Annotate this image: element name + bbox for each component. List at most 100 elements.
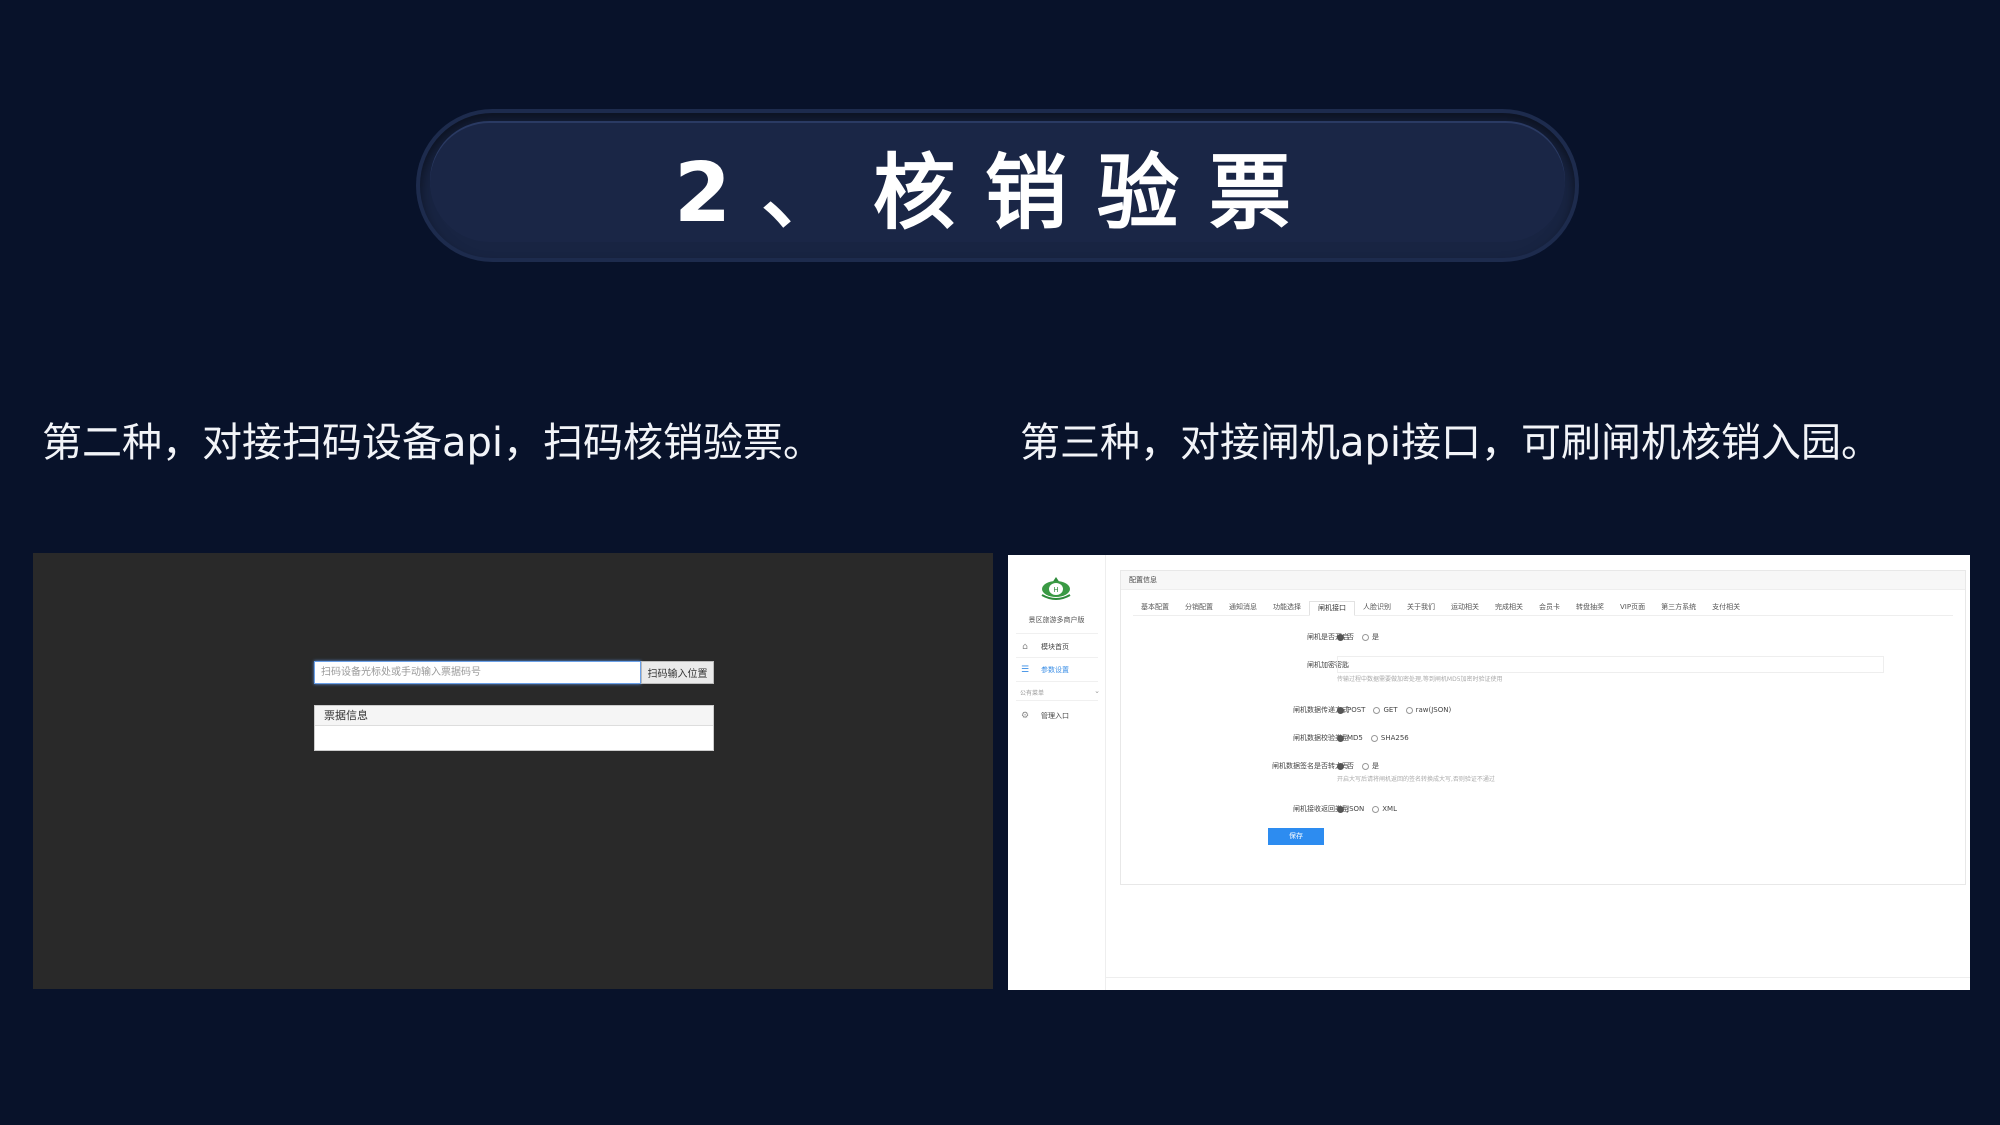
field-label: 闸机数据校验类型 bbox=[1293, 734, 1349, 742]
key-help-text: 传输过程中数据需要做加密处理,等到闸机MD5加密时验证使用 bbox=[1337, 676, 1503, 683]
radio-checked[interactable] bbox=[1337, 762, 1344, 770]
field-label: 闸机数据传递方式 bbox=[1293, 706, 1349, 714]
scan-app-screenshot: 扫码设备光标处或手动输入票据码号 扫码输入位置 票据信息 bbox=[33, 553, 993, 989]
panel-title: 配置信息 bbox=[1121, 571, 1965, 590]
scan-input-button[interactable]: 扫码输入位置 bbox=[641, 661, 714, 684]
slide-title: 2、核销验票 bbox=[673, 146, 1322, 241]
radio-option[interactable]: XML bbox=[1372, 805, 1397, 813]
gate-key-input[interactable] bbox=[1337, 656, 1884, 673]
caption-gate-api: 第三种，对接闸机api接口，可刷闸机核销入园。 bbox=[1020, 420, 1882, 466]
ticket-info-heading: 票据信息 bbox=[315, 706, 713, 726]
method-radio-group: POST GET raw(JSON) bbox=[1337, 704, 1459, 716]
sign-radio-group: MD5 SHA256 bbox=[1337, 732, 1417, 744]
return-radio-group: JSON XML bbox=[1337, 803, 1405, 815]
sidebar-item-home[interactable]: ⌂ 模块首页 bbox=[1020, 639, 1100, 655]
radio-label: GET bbox=[1383, 706, 1398, 714]
sidebar-divider bbox=[1016, 681, 1098, 682]
radio-option[interactable]: 否 bbox=[1337, 761, 1354, 771]
form-row-return-type: 闸机接收返回类型 JSON XML bbox=[1121, 803, 1965, 815]
radio-label: POST bbox=[1347, 706, 1366, 714]
gear-icon: ⚙ bbox=[1020, 711, 1030, 721]
radio-unchecked[interactable] bbox=[1372, 805, 1380, 813]
tab-member-card[interactable]: 会员卡 bbox=[1531, 601, 1568, 614]
sidebar-group-label: 公有菜单 bbox=[1020, 690, 1045, 697]
radio-checked[interactable] bbox=[1337, 734, 1344, 742]
radio-unchecked[interactable] bbox=[1370, 734, 1378, 742]
radio-label: 是 bbox=[1372, 762, 1379, 770]
radio-unchecked[interactable] bbox=[1362, 633, 1369, 641]
brand-name: 景区旅游多商户版 bbox=[1028, 616, 1085, 624]
tab-third-party[interactable]: 第三方系统 bbox=[1653, 601, 1704, 614]
radio-label: XML bbox=[1382, 805, 1398, 813]
form-row-uppercase: 闸机数据签名是否转大写 否 是 bbox=[1121, 760, 1965, 772]
save-button[interactable]: 保存 bbox=[1268, 828, 1324, 845]
radio-option[interactable]: 否 bbox=[1337, 632, 1354, 642]
sidebar-item-settings[interactable]: ☰ 参数设置 bbox=[1020, 662, 1100, 678]
field-label: 闸机是否开启 bbox=[1307, 633, 1349, 641]
sidebar-item-label: 管理入口 bbox=[1041, 712, 1069, 720]
tab-payment[interactable]: 支付相关 bbox=[1704, 601, 1748, 614]
scenic-logo-icon: H bbox=[1041, 577, 1071, 600]
svg-text:H: H bbox=[1053, 586, 1058, 594]
ticket-info-panel: 票据信息 bbox=[314, 705, 714, 751]
sidebar-item-label: 模块首页 bbox=[1041, 643, 1069, 651]
case-radio-group: 否 是 bbox=[1337, 760, 1387, 772]
list-icon: ☰ bbox=[1020, 665, 1030, 675]
field-label: 闸机数据签名是否转大写 bbox=[1272, 762, 1349, 770]
sidebar-divider bbox=[1016, 633, 1098, 634]
home-icon: ⌂ bbox=[1022, 642, 1028, 652]
tab-about[interactable]: 关于我们 bbox=[1399, 601, 1443, 614]
tab-distribution[interactable]: 分销配置 bbox=[1177, 601, 1221, 614]
radio-option[interactable]: MD5 bbox=[1337, 734, 1363, 742]
case-help-text: 开启大写后请将闸机返回的签名转换成大写,否则验证不通过 bbox=[1337, 776, 1495, 783]
tab-face-recognition[interactable]: 人脸识别 bbox=[1355, 601, 1399, 614]
scan-input-row: 扫码设备光标处或手动输入票据码号 扫码输入位置 bbox=[314, 661, 714, 684]
enable-radio-group: 否 是 bbox=[1337, 631, 1387, 643]
form-row-key: 闸机加密密匙 bbox=[1121, 656, 1965, 673]
sidebar-group-public[interactable]: 公有菜单 ⌄ bbox=[1020, 687, 1100, 697]
tab-vip[interactable]: VIP页面 bbox=[1612, 601, 1653, 614]
radio-checked[interactable] bbox=[1337, 706, 1344, 714]
gate-config-screenshot: H 景区旅游多商户版 ⌂ 模块首页 ☰ 参数设置 公有菜单 ⌄ ⚙ 管理入口 配… bbox=[1008, 555, 1970, 990]
tab-sports[interactable]: 运动相关 bbox=[1443, 601, 1487, 614]
radio-unchecked[interactable] bbox=[1362, 762, 1369, 770]
ticket-code-input[interactable]: 扫码设备光标处或手动输入票据码号 bbox=[314, 661, 641, 684]
radio-checked[interactable] bbox=[1337, 805, 1344, 813]
sidebar-divider bbox=[1016, 700, 1098, 701]
footer-divider bbox=[1105, 977, 1970, 978]
radio-option[interactable]: POST bbox=[1337, 706, 1365, 714]
form-row-sign: 闸机数据校验类型 MD5 SHA256 bbox=[1121, 732, 1965, 744]
radio-label: SHA256 bbox=[1380, 734, 1409, 742]
form-row-enable: 闸机是否开启 否 是 bbox=[1121, 631, 1965, 643]
radio-option[interactable]: 是 bbox=[1362, 632, 1379, 642]
radio-label: JSON bbox=[1347, 805, 1365, 813]
sidebar-item-label: 参数设置 bbox=[1041, 666, 1069, 674]
radio-option[interactable]: SHA256 bbox=[1370, 734, 1409, 742]
radio-option[interactable]: 是 bbox=[1362, 761, 1379, 771]
tab-gate-api[interactable]: 闸机接口 bbox=[1309, 601, 1355, 616]
radio-option[interactable]: JSON bbox=[1337, 805, 1364, 813]
config-tabs: 基本配置 分销配置 通知消息 功能选择 闸机接口 人脸识别 关于我们 运动相关 … bbox=[1133, 601, 1953, 616]
radio-option[interactable]: raw(JSON) bbox=[1405, 706, 1451, 714]
form-row-method: 闸机数据传递方式 POST GET raw(JSON) bbox=[1121, 704, 1965, 716]
admin-sidebar: H 景区旅游多商户版 ⌂ 模块首页 ☰ 参数设置 公有菜单 ⌄ ⚙ 管理入口 bbox=[1008, 555, 1106, 990]
sidebar-divider bbox=[1016, 657, 1098, 658]
radio-label: 否 bbox=[1347, 762, 1354, 770]
chevron-down-icon: ⌄ bbox=[1094, 687, 1100, 695]
tab-notifications[interactable]: 通知消息 bbox=[1221, 601, 1265, 614]
tab-lottery[interactable]: 转盘抽奖 bbox=[1568, 601, 1612, 614]
tab-completion[interactable]: 完成相关 bbox=[1487, 601, 1531, 614]
tab-basic[interactable]: 基本配置 bbox=[1133, 601, 1177, 614]
tab-features[interactable]: 功能选择 bbox=[1265, 601, 1309, 614]
radio-label: 否 bbox=[1347, 633, 1354, 641]
radio-unchecked[interactable] bbox=[1405, 706, 1413, 714]
field-label: 闸机接收返回类型 bbox=[1293, 805, 1349, 813]
config-panel: 配置信息 基本配置 分销配置 通知消息 功能选择 闸机接口 人脸识别 关于我们 … bbox=[1120, 570, 1966, 885]
sidebar-item-admin-entry[interactable]: ⚙ 管理入口 bbox=[1020, 708, 1100, 724]
caption-scan-device: 第二种，对接扫码设备api，扫码核销验票。 bbox=[42, 420, 824, 466]
field-label: 闸机加密密匙 bbox=[1307, 661, 1349, 669]
radio-checked[interactable] bbox=[1337, 633, 1344, 641]
slide-title-banner: 2、核销验票 bbox=[420, 113, 1575, 258]
radio-option[interactable]: GET bbox=[1373, 706, 1398, 714]
radio-unchecked[interactable] bbox=[1373, 706, 1381, 714]
